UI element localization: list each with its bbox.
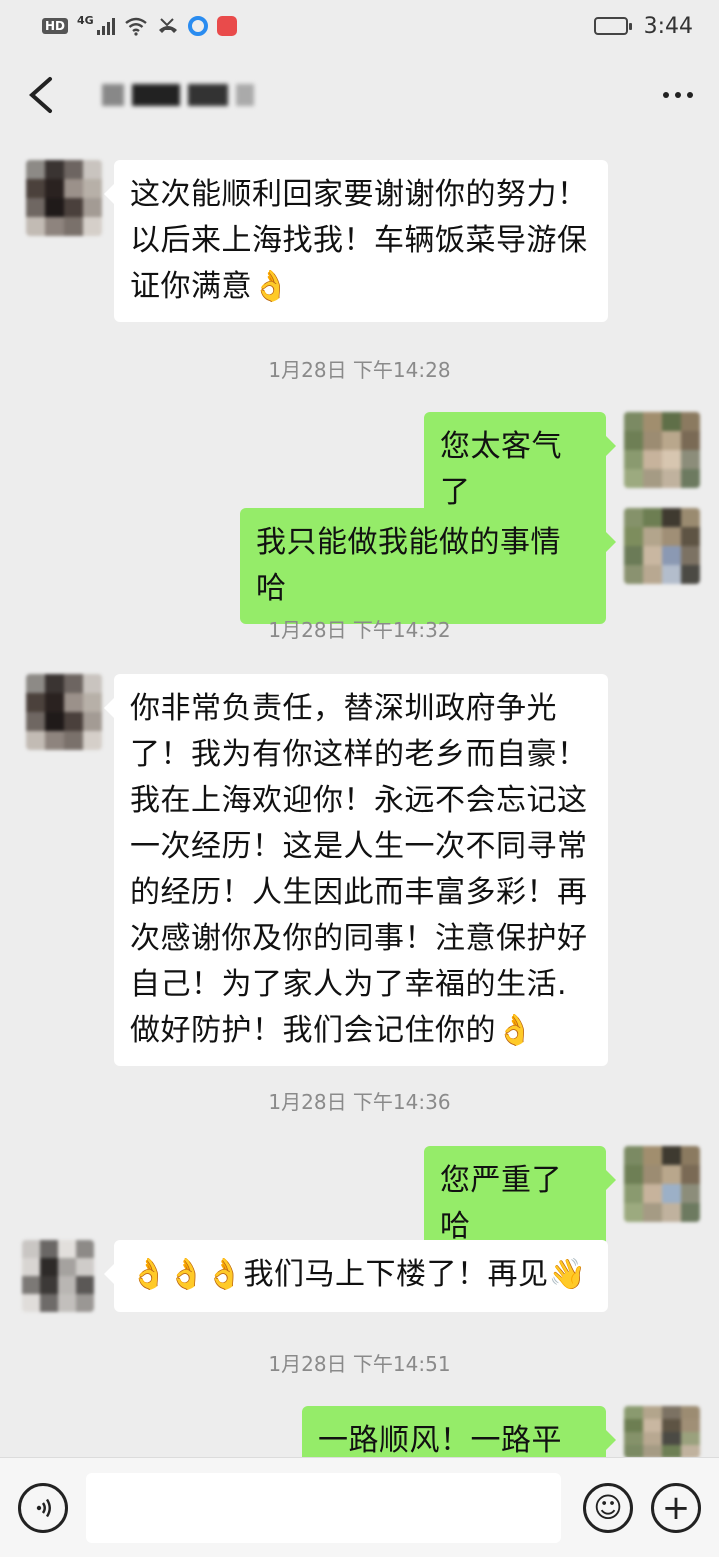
- message-outgoing: 我只能做我能做的事情哈: [240, 508, 700, 624]
- timestamp: 1月28日 下午14:36: [268, 1090, 451, 1114]
- emoji-icon[interactable]: ☺: [583, 1482, 633, 1533]
- signal-icon: [96, 17, 115, 35]
- app-notification-icon: [216, 16, 237, 36]
- chat-header: [0, 52, 719, 138]
- status-bar: HD 4G 3:44: [0, 0, 719, 52]
- hd-badge: HD: [42, 18, 69, 34]
- message-bubble[interactable]: 这次能顺利回家要谢谢你的努力！以后来上海找我！车辆饭菜导游保证你满意👌: [104, 160, 608, 322]
- app-notification-icon: [187, 16, 208, 36]
- voice-icon[interactable]: [18, 1482, 68, 1533]
- avatar[interactable]: [624, 1146, 700, 1222]
- status-icons-right: 3:44: [593, 13, 693, 39]
- network-type: 4G: [77, 13, 94, 27]
- input-bar: ☺ +: [0, 1457, 719, 1557]
- missed-call-icon: [158, 18, 177, 33]
- chevron-left-icon[interactable]: [26, 75, 66, 115]
- message-bubble[interactable]: 我只能做我能做的事情哈: [240, 508, 616, 624]
- wifi-icon: [124, 17, 147, 36]
- message-bubble[interactable]: 你非常负责任，替深圳政府争光了！我为有你这样的老乡而自豪！我在上海欢迎你！永远不…: [104, 674, 608, 1066]
- battery-icon: [593, 17, 632, 35]
- message-incoming: 👌👌👌我们马上下楼了！再见👋: [22, 1240, 608, 1312]
- avatar[interactable]: [624, 1406, 700, 1458]
- message-incoming: 这次能顺利回家要谢谢你的努力！以后来上海找我！车辆饭菜导游保证你满意👌: [26, 160, 608, 322]
- avatar[interactable]: [22, 1240, 94, 1312]
- status-icons-left: HD 4G: [42, 13, 237, 36]
- message-bubble[interactable]: 👌👌👌我们马上下楼了！再见👋: [104, 1240, 608, 1312]
- avatar[interactable]: [624, 412, 700, 488]
- clock: 3:44: [643, 13, 693, 39]
- avatar[interactable]: [624, 508, 700, 584]
- plus-icon[interactable]: +: [651, 1482, 701, 1533]
- contact-name-redacted: [102, 84, 254, 106]
- timestamp: 1月28日 下午14:32: [268, 618, 451, 642]
- avatar[interactable]: [26, 160, 102, 236]
- message-incoming: 你非常负责任，替深圳政府争光了！我为有你这样的老乡而自豪！我在上海欢迎你！永远不…: [26, 674, 608, 1066]
- timestamp: 1月28日 下午14:51: [268, 1352, 451, 1376]
- message-input[interactable]: [86, 1472, 561, 1543]
- more-horizontal-icon[interactable]: [663, 92, 693, 98]
- avatar[interactable]: [26, 674, 102, 750]
- timestamp: 1月28日 下午14:28: [268, 358, 451, 382]
